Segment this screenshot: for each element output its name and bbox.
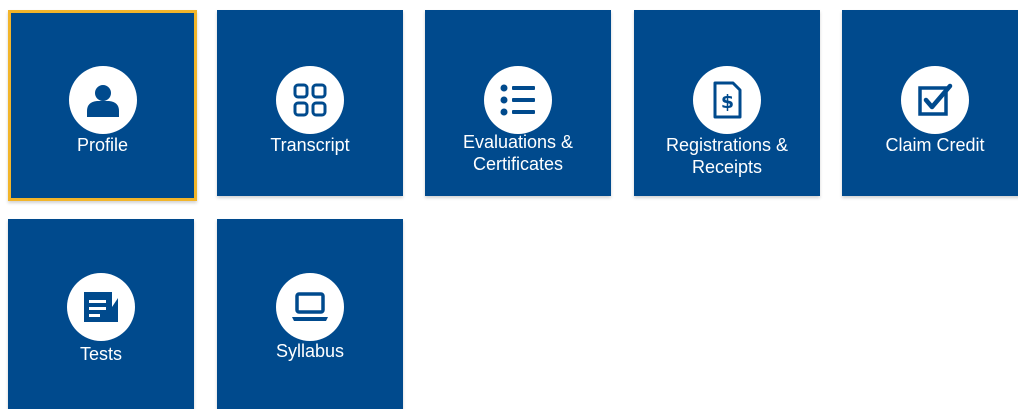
receipt-icon-circle: $: [693, 66, 761, 134]
tile-claim-credit[interactable]: Claim Credit: [842, 10, 1018, 196]
tile-label: Tests: [79, 344, 122, 364]
tile-registrations-receipts[interactable]: $ Registrations & Receipts: [634, 10, 820, 196]
tile-label: Claim Credit: [885, 135, 985, 155]
receipt-icon: $: [713, 81, 742, 119]
checkbox-icon-circle: [901, 66, 969, 134]
list-icon: [500, 84, 535, 116]
user-icon-circle: [68, 66, 137, 134]
tile-label: Evaluations & Certificates: [462, 132, 574, 174]
laptop-icon: [292, 292, 328, 321]
tile-label: Syllabus: [275, 341, 345, 361]
tile-profile[interactable]: Profile: [8, 10, 197, 201]
svg-text:$: $: [721, 91, 734, 113]
tile-syllabus[interactable]: Syllabus: [217, 219, 403, 409]
user-icon: [86, 85, 119, 117]
tile-label: Transcript: [270, 135, 350, 155]
grid-icon-circle: [276, 66, 344, 134]
tile-tests[interactable]: Tests: [8, 219, 194, 409]
grid-icon: [293, 83, 327, 117]
document-icon: [84, 292, 118, 322]
checkbox-icon: [918, 83, 953, 116]
tile-evaluations-certificates[interactable]: Evaluations & Certificates: [425, 10, 611, 196]
laptop-icon-circle: [276, 273, 344, 341]
tile-label: Profile: [76, 135, 129, 155]
list-icon-circle: [484, 66, 552, 134]
tile-transcript[interactable]: Transcript: [217, 10, 403, 196]
tile-label: Registrations & Receipts: [665, 135, 789, 177]
document-icon-circle: [67, 273, 135, 341]
